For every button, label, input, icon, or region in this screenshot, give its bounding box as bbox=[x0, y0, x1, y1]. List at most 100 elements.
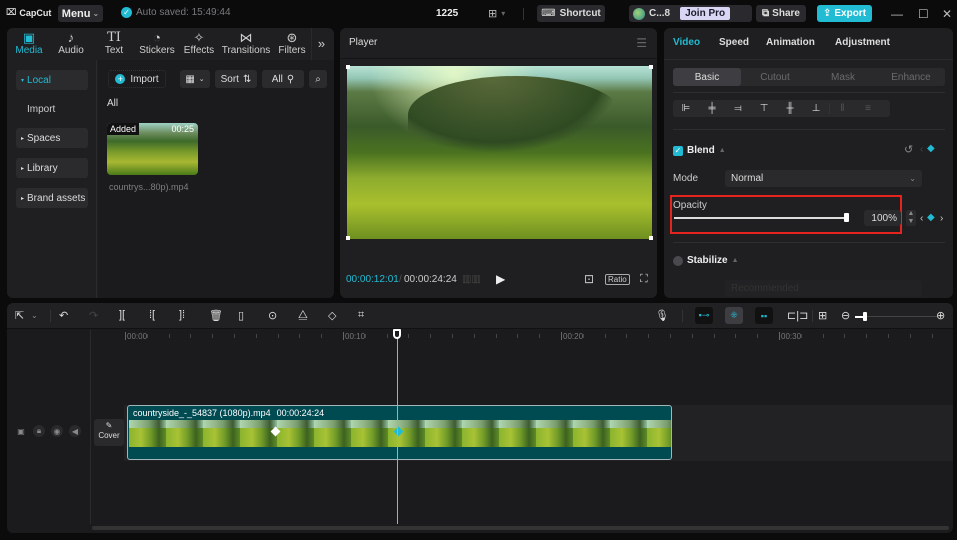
tab-animation[interactable]: Animation bbox=[766, 37, 815, 48]
close-icon[interactable]: ✕ bbox=[942, 7, 952, 21]
subtab-enhance[interactable]: Enhance bbox=[877, 68, 945, 86]
zoom-slider-track[interactable] bbox=[865, 316, 937, 317]
tab-adjustment[interactable]: Adjustment bbox=[835, 37, 890, 48]
opacity-input[interactable]: 100% bbox=[864, 210, 901, 226]
mute-icon[interactable]: ◀︎ bbox=[69, 425, 81, 437]
timeline-panel: ⇱ ⌄ ↶ ↷ ][ ⁞[ ]⁞ 🗑 ▯ ⊙ ⧋ ◇ ⌗ 🎙 ▪⊸ ⁜ ▪▪ ⊏… bbox=[7, 303, 953, 533]
tab-filters[interactable]: ⊛ Filters bbox=[273, 28, 311, 60]
blend-section-header[interactable]: ✓ Blend ▲ bbox=[673, 145, 726, 156]
auto-snap-button[interactable]: ⁜ bbox=[725, 307, 743, 324]
tab-speed[interactable]: Speed bbox=[719, 37, 749, 48]
media-item-thumbnail[interactable]: Added 00:25 bbox=[107, 123, 198, 175]
cover-button[interactable]: ✎ Cover bbox=[94, 419, 124, 446]
split-icon[interactable]: ][ bbox=[119, 309, 125, 321]
account-button[interactable]: C...8 Join Pro bbox=[629, 5, 752, 22]
subtab-cutout[interactable]: Cutout bbox=[741, 68, 809, 86]
playhead-line[interactable] bbox=[397, 331, 398, 524]
sidebar-item-spaces[interactable]: ▸ Spaces bbox=[16, 128, 88, 148]
hamburger-menu-icon[interactable]: ☰ bbox=[636, 36, 647, 50]
tab-video[interactable]: Video bbox=[673, 37, 700, 48]
stabilize-section-header[interactable]: Stabilize ▲ bbox=[673, 255, 739, 266]
zoom-out-icon[interactable]: ⊖ bbox=[841, 309, 850, 322]
sort-button[interactable]: Sort ⇅ bbox=[215, 70, 257, 88]
delete-icon[interactable]: 🗑 bbox=[209, 309, 223, 322]
crop-handle[interactable] bbox=[346, 65, 350, 69]
filter-button[interactable]: All ⚲ bbox=[262, 70, 304, 88]
rotate-icon[interactable]: ◇ bbox=[328, 309, 336, 322]
menu-button[interactable]: Menu ⌄ bbox=[58, 5, 103, 22]
tab-text[interactable]: TI Text bbox=[93, 28, 135, 60]
fullscreen-icon[interactable]: ⛶ bbox=[640, 273, 648, 286]
reverse-icon[interactable]: ⊙ bbox=[268, 309, 277, 322]
ratio-button[interactable]: Ratio bbox=[605, 273, 630, 285]
crop-handle[interactable] bbox=[649, 236, 653, 240]
freeze-frame-icon[interactable]: ▯ bbox=[238, 309, 244, 322]
align-bottom-icon[interactable]: ⊥ bbox=[803, 103, 829, 114]
align-right-icon[interactable]: ⫤ bbox=[725, 103, 751, 114]
subtab-mask[interactable]: Mask bbox=[809, 68, 877, 86]
minimize-icon[interactable]: — bbox=[891, 7, 903, 21]
opacity-slider-track[interactable] bbox=[674, 217, 848, 219]
keyframe-diamond-icon[interactable]: ◆ bbox=[927, 212, 935, 223]
blend-checkbox[interactable]: ✓ bbox=[673, 145, 683, 156]
eye-icon[interactable]: ◉ bbox=[51, 425, 63, 437]
play-button[interactable]: ▶ bbox=[496, 272, 505, 286]
crop-icon[interactable]: ⌗ bbox=[358, 309, 364, 322]
tab-media[interactable]: ▣ Media bbox=[9, 28, 49, 60]
zoom-to-fit-icon[interactable]: ⊞ bbox=[818, 309, 827, 322]
main-track-magnet-button[interactable]: ▪⊸ bbox=[695, 307, 713, 324]
timeline-horizontal-scrollbar[interactable] bbox=[92, 526, 949, 530]
microphone-icon[interactable]: 🎙 bbox=[655, 309, 669, 322]
project-title[interactable]: 1225 bbox=[436, 8, 458, 19]
zoom-in-icon[interactable]: ⊕ bbox=[936, 309, 945, 322]
zoom-fit-icon[interactable]: ⊡ bbox=[584, 272, 594, 286]
tab-stickers[interactable]: ◔ Stickers bbox=[135, 28, 179, 60]
sidebar-item-library[interactable]: ▸ Library bbox=[16, 158, 88, 178]
align-center-horizontal-icon[interactable]: ╪ bbox=[699, 103, 725, 114]
join-pro-button[interactable]: Join Pro bbox=[680, 7, 731, 20]
stabilize-checkbox[interactable] bbox=[673, 255, 683, 266]
share-button[interactable]: ⧉ Share bbox=[756, 5, 806, 22]
opacity-slider-thumb[interactable] bbox=[844, 213, 849, 222]
layout-button[interactable]: ⊞ ▾ bbox=[488, 7, 525, 20]
lock-icon[interactable]: 🔒︎ bbox=[33, 425, 45, 437]
opacity-stepper[interactable]: ▲ ▼ bbox=[906, 210, 916, 226]
zoom-slider-thumb[interactable] bbox=[863, 312, 867, 321]
align-top-icon[interactable]: ⊤ bbox=[751, 103, 777, 114]
shortcut-button[interactable]: ⌨ Shortcut bbox=[537, 5, 605, 22]
split-right-icon[interactable]: ]⁞ bbox=[179, 309, 185, 321]
undo-icon[interactable]: ↶ bbox=[59, 309, 68, 322]
tab-effects[interactable]: ✧ Effects bbox=[179, 28, 219, 60]
align-center-vertical-icon[interactable]: ╫ bbox=[777, 103, 803, 114]
track-video-icon[interactable]: ▣ bbox=[15, 425, 27, 437]
more-tabs-button[interactable]: » bbox=[311, 28, 331, 60]
reset-icon[interactable]: ↺ bbox=[904, 143, 913, 156]
import-button[interactable]: + Import bbox=[108, 70, 166, 88]
keyframe-diamond-icon[interactable]: ◆ bbox=[927, 143, 935, 154]
search-button[interactable]: ⌕ bbox=[309, 70, 327, 88]
crop-handle[interactable] bbox=[346, 236, 350, 240]
split-left-icon[interactable]: ⁞[ bbox=[149, 309, 155, 321]
video-preview[interactable] bbox=[346, 65, 653, 240]
linkage-button[interactable]: ▪▪ bbox=[755, 307, 773, 324]
prev-keyframe-icon[interactable]: ‹ bbox=[920, 213, 923, 224]
align-left-icon[interactable]: ⊫ bbox=[673, 103, 699, 114]
view-mode-button[interactable]: ▦ ⌄ bbox=[180, 70, 210, 88]
chevron-down-icon[interactable]: ⌄ bbox=[31, 311, 38, 320]
select-cursor-icon[interactable]: ⇱ bbox=[15, 309, 24, 322]
mirror-icon[interactable]: ⧋ bbox=[298, 309, 308, 322]
tab-audio[interactable]: ♪ Audio bbox=[49, 28, 93, 60]
subtab-basic[interactable]: Basic bbox=[673, 68, 741, 86]
split-preview-icon[interactable]: ⊏|⊐ bbox=[787, 309, 808, 322]
export-button[interactable]: ⇪ Export bbox=[817, 5, 872, 22]
playhead-handle[interactable] bbox=[393, 329, 401, 339]
next-keyframe-icon[interactable]: › bbox=[940, 213, 943, 224]
sidebar-item-import[interactable]: Import bbox=[27, 104, 55, 115]
maximize-icon[interactable]: ☐ bbox=[918, 7, 929, 21]
crop-handle[interactable] bbox=[649, 65, 653, 69]
tab-transitions[interactable]: ⋈ Transitions bbox=[219, 28, 273, 60]
sidebar-item-brand-assets[interactable]: ▸ Brand assets bbox=[16, 188, 88, 208]
sidebar-item-local[interactable]: ▾ Local bbox=[16, 70, 88, 90]
timeline-ruler[interactable]: 00:00 00:10 00:20 00:30 bbox=[91, 330, 953, 346]
blend-mode-select[interactable]: Normal ⌄ bbox=[725, 170, 922, 187]
